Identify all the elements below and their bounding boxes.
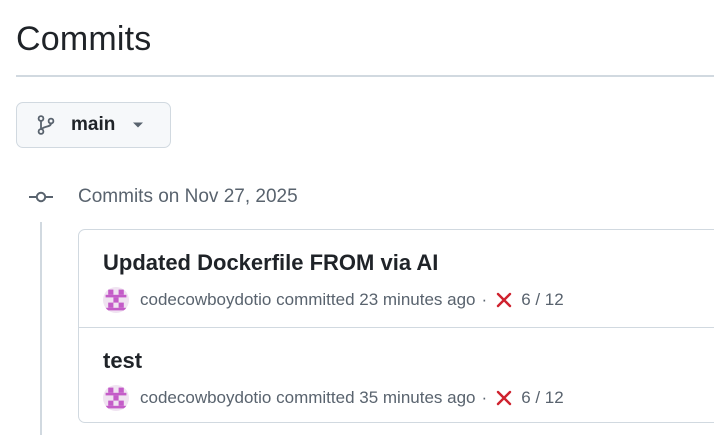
commit-meta: codecowboydotio committed 35 minutes ago… xyxy=(103,385,564,411)
commit-time: 23 minutes ago xyxy=(359,290,476,309)
commit-author[interactable]: codecowboydotio xyxy=(140,386,271,410)
caret-down-icon xyxy=(131,118,145,132)
x-icon[interactable] xyxy=(495,389,513,407)
avatar[interactable] xyxy=(103,385,129,411)
commit-row: Updated Dockerfile FROM via AI codecowbo… xyxy=(79,230,714,327)
x-icon[interactable] xyxy=(495,291,513,309)
check-count[interactable]: 6 / 12 xyxy=(521,288,564,312)
git-branch-icon xyxy=(35,114,57,136)
check-count[interactable]: 6 / 12 xyxy=(521,386,564,410)
commit-time: 35 minutes ago xyxy=(359,388,476,407)
commit-meta: codecowboydotio committed 23 minutes ago… xyxy=(103,287,564,313)
commit-row: test codecowboydotio committed 35 minute… xyxy=(79,327,714,422)
commit-list: Updated Dockerfile FROM via AI codecowbo… xyxy=(78,229,714,423)
branch-selector-button[interactable]: main xyxy=(16,102,171,148)
meta-separator: · xyxy=(481,290,488,309)
commit-title-link[interactable]: test xyxy=(103,346,142,376)
avatar[interactable] xyxy=(103,287,129,313)
git-commit-icon xyxy=(28,186,54,208)
commit-author[interactable]: codecowboydotio xyxy=(140,288,271,312)
commit-group-heading: Commits on Nov 27, 2025 xyxy=(78,186,298,207)
timeline-line xyxy=(40,222,42,435)
title-divider xyxy=(16,75,714,77)
commit-action: committed xyxy=(276,290,355,309)
commit-action: committed xyxy=(276,388,355,407)
page-title: Commits xyxy=(16,20,152,58)
branch-label: main xyxy=(71,114,116,135)
commits-page: Commits main Commits on Nov 27, 2025 Upd… xyxy=(0,0,714,435)
meta-separator: · xyxy=(481,388,488,407)
commit-title-link[interactable]: Updated Dockerfile FROM via AI xyxy=(103,248,438,278)
